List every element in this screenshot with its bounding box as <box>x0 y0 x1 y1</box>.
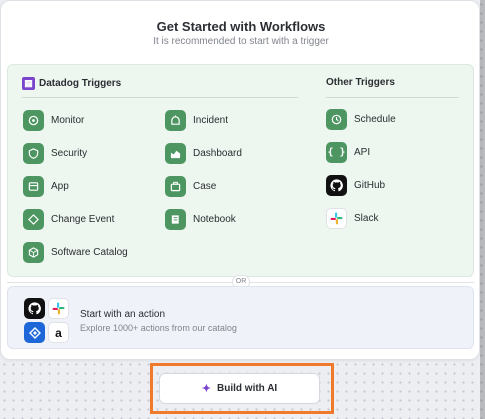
trigger-github-label: GitHub <box>354 179 386 191</box>
datadog-logo-icon: ▦ <box>22 77 35 90</box>
action-title: Start with an action <box>80 309 166 320</box>
trigger-change-event[interactable]: Change Event <box>23 208 114 230</box>
software-catalog-icon <box>23 241 44 263</box>
datadog-triggers-divider <box>22 97 298 98</box>
dashboard-icon <box>165 142 186 164</box>
start-with-action-panel[interactable]: a Start with an action Explore 1000+ act… <box>7 286 474 349</box>
trigger-dashboard[interactable]: Dashboard <box>165 142 242 164</box>
trigger-software-catalog[interactable]: Software Catalog <box>23 241 128 263</box>
amazon-icon: a <box>48 322 69 343</box>
page-title: Get Started with Workflows <box>156 19 326 34</box>
other-triggers-label: Other Triggers <box>326 77 395 88</box>
right-edge-shadow <box>480 0 485 419</box>
trigger-notebook-label: Notebook <box>193 213 236 225</box>
trigger-security-label: Security <box>51 147 88 159</box>
trigger-software-catalog-label: Software Catalog <box>51 246 128 258</box>
page-subtitle: It is recommended to start with a trigge… <box>153 36 329 47</box>
trigger-case-label: Case <box>193 180 217 192</box>
trigger-slack[interactable]: Slack <box>326 207 378 229</box>
datadog-triggers-heading: ▦ Datadog Triggers <box>22 77 121 90</box>
datadog-triggers-label: Datadog Triggers <box>39 78 122 89</box>
trigger-case[interactable]: Case <box>165 175 216 197</box>
triggers-panel: ▦ Datadog Triggers Other Triggers Monito… <box>7 64 474 277</box>
trigger-monitor[interactable]: Monitor <box>23 109 84 131</box>
build-with-ai-button[interactable]: ✦ Build with AI <box>159 373 320 404</box>
sparkle-icon: ✦ <box>201 383 212 395</box>
monitor-icon <box>23 109 44 131</box>
github-icon <box>24 298 45 319</box>
trigger-monitor-label: Monitor <box>51 114 85 126</box>
build-with-ai-label: Build with AI <box>217 383 278 394</box>
trigger-notebook[interactable]: Notebook <box>165 208 236 230</box>
jira-icon <box>24 322 45 343</box>
slack-icon <box>48 298 69 319</box>
trigger-security[interactable]: Security <box>23 142 87 164</box>
case-icon <box>165 175 186 197</box>
api-icon: { } <box>326 141 347 163</box>
trigger-app-label: App <box>51 180 69 192</box>
incident-icon <box>165 109 186 131</box>
trigger-api-label: API <box>354 146 371 158</box>
trigger-api[interactable]: { } API <box>326 141 370 163</box>
trigger-incident[interactable]: Incident <box>165 109 228 131</box>
change-event-icon <box>23 208 44 230</box>
security-icon <box>23 142 44 164</box>
trigger-change-event-label: Change Event <box>51 213 115 225</box>
trigger-slack-label: Slack <box>354 212 379 224</box>
get-started-card: Get Started with Workflows It is recomme… <box>0 0 480 360</box>
github-icon <box>326 174 347 196</box>
slack-icon <box>326 207 347 229</box>
trigger-schedule[interactable]: Schedule <box>326 108 396 130</box>
schedule-icon <box>326 108 347 130</box>
app-icon <box>23 175 44 197</box>
action-subtitle: Explore 1000+ actions from our catalog <box>80 323 237 333</box>
trigger-schedule-label: Schedule <box>354 113 396 125</box>
trigger-incident-label: Incident <box>193 114 229 126</box>
notebook-icon <box>165 208 186 230</box>
trigger-dashboard-label: Dashboard <box>193 147 242 159</box>
trigger-github[interactable]: GitHub <box>326 174 385 196</box>
other-triggers-heading: Other Triggers <box>326 77 395 88</box>
trigger-app[interactable]: App <box>23 175 69 197</box>
other-triggers-divider <box>326 97 459 98</box>
